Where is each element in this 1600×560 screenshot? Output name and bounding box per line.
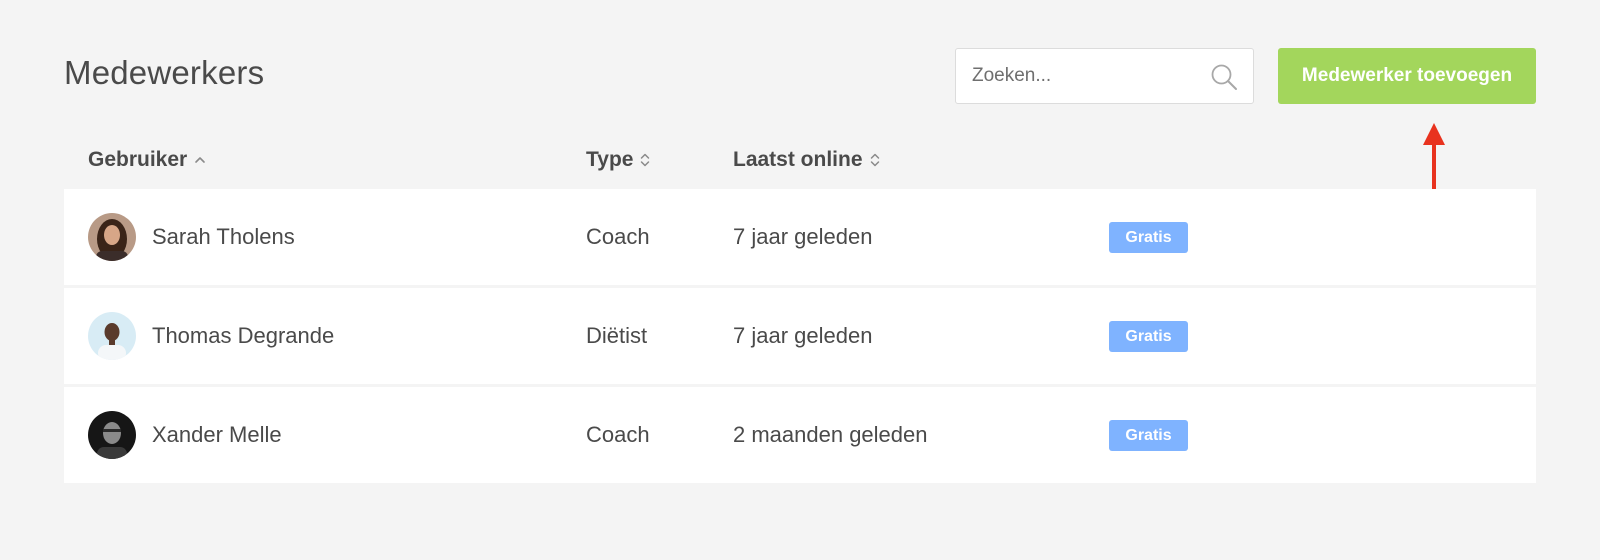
table-row[interactable]: Xander Melle Coach 2 maanden geleden Gra…	[64, 387, 1536, 483]
search-input[interactable]	[972, 49, 1202, 103]
avatar	[88, 213, 136, 261]
staff-page: Medewerkers Medewerker toevoegen Gebruik…	[0, 0, 1600, 560]
column-header-label: Type	[586, 148, 634, 171]
user-type: Diëtist	[586, 323, 648, 348]
table-row[interactable]: Thomas Degrande Diëtist 7 jaar geleden G…	[64, 288, 1536, 384]
column-header-user[interactable]: Gebruiker	[88, 148, 206, 172]
column-header-label: Laatst online	[733, 148, 863, 171]
staff-table: Sarah Tholens Coach 7 jaar geleden Grati…	[64, 189, 1536, 483]
user-name[interactable]: Xander Melle	[152, 387, 282, 483]
column-header-label: Gebruiker	[88, 148, 188, 171]
page-title: Medewerkers	[64, 54, 265, 91]
add-staff-button[interactable]: Medewerker toevoegen	[1278, 48, 1536, 104]
user-name[interactable]: Thomas Degrande	[152, 288, 334, 384]
column-header-last-online[interactable]: Laatst online	[733, 148, 880, 172]
avatar	[88, 411, 136, 459]
sort-icon	[641, 153, 650, 167]
column-header-type[interactable]: Type	[586, 148, 650, 172]
sort-icon	[870, 153, 879, 167]
last-online: 7 jaar geleden	[733, 224, 873, 249]
table-row[interactable]: Sarah Tholens Coach 7 jaar geleden Grati…	[64, 189, 1536, 285]
user-name[interactable]: Sarah Tholens	[152, 189, 295, 285]
status-badge: Gratis	[1109, 420, 1188, 451]
status-badge: Gratis	[1109, 222, 1188, 253]
search-box[interactable]	[955, 48, 1254, 104]
avatar	[88, 312, 136, 360]
status-badge: Gratis	[1109, 321, 1188, 352]
chevron-up-icon	[195, 157, 206, 163]
search-icon[interactable]	[1210, 63, 1238, 91]
user-type: Coach	[586, 224, 650, 249]
last-online: 2 maanden geleden	[733, 422, 928, 447]
user-type: Coach	[586, 422, 650, 447]
last-online: 7 jaar geleden	[733, 323, 873, 348]
